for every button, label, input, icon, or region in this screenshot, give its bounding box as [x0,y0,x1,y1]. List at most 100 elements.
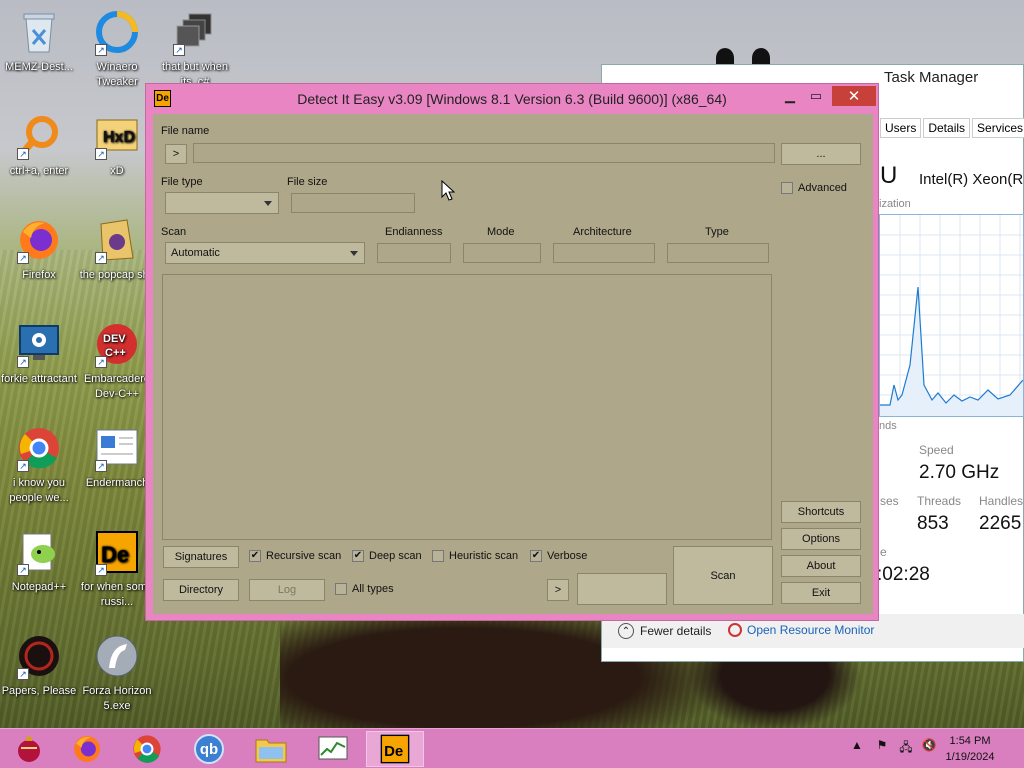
maximize-button[interactable]: ▭ [804,86,828,106]
shortcuts-button[interactable]: Shortcuts [781,501,861,523]
taskbar-task-manager[interactable] [304,731,362,767]
chevron-down-icon [350,251,358,256]
mode-field [463,243,541,263]
shortcut-arrow-icon: ↗ [17,356,29,368]
verbose-label: Verbose [547,550,588,562]
hxd-icon: HxD ↗ [93,112,141,160]
desktop-icon-winaero[interactable]: ↗ Winaero Tweaker [78,8,156,90]
scan-label: Scan [161,226,187,238]
chevron-up-icon: ⌃ [618,623,634,639]
deep-scan-checkbox[interactable]: ✔ Deep scan [352,550,422,562]
chevron-up-icon: ▲ [851,738,863,752]
recycle-bin-icon [15,8,63,56]
mode-label: Mode [487,226,515,238]
open-resource-monitor-link[interactable]: Open Resource Monitor [728,623,874,637]
devcpp-icon: DEV C++ ↗ [93,320,141,368]
verbose-checkbox[interactable]: ✔ Verbose [530,550,587,562]
desktop-icon-papers-please[interactable]: ↗ Papers, Please [0,632,78,699]
file-type-label: File type [161,176,203,188]
checkbox-box: ✔ [249,550,261,562]
file-go-button[interactable]: > [165,144,187,164]
taskbar-chrome[interactable] [118,731,176,767]
desktop-icon-notepadpp[interactable]: ↗ Notepad++ [0,528,78,595]
tab-users[interactable]: Users [880,118,922,138]
title-bar[interactable]: De Detect It Easy v3.09 [Windows 8.1 Ver… [146,84,878,112]
browse-button[interactable]: ... [781,143,861,165]
tab-details[interactable]: Details [923,118,971,138]
exit-button[interactable]: Exit [781,582,861,604]
open-resource-monitor-label: Open Resource Monitor [747,623,875,637]
scan-results-area[interactable] [162,274,772,540]
action-center-flag-icon[interactable]: ⚑ [874,738,890,752]
speed-value: 2.70 GHz [919,462,1000,483]
window-title: Detect It Easy v3.09 [Windows 8.1 Versio… [297,91,727,107]
clock-date: 1/19/2024 [945,751,995,763]
desktop-icon-forza[interactable]: Forza Horizon 5.exe [78,632,156,714]
directory-button[interactable]: Directory [163,579,239,601]
clock[interactable]: 1:54 PM 1/19/2024 [940,733,1000,765]
cpu-graph [879,214,1024,417]
show-hidden-icons-button[interactable]: ▲ [851,738,863,752]
recursive-scan-label: Recursive scan [266,550,342,562]
scan-progress-button[interactable] [577,573,667,605]
next-button[interactable]: > [547,579,569,601]
utilization-label: ization [879,198,911,210]
log-button[interactable]: Log [249,579,325,601]
file-name-input[interactable] [193,143,775,163]
recursive-scan-checkbox[interactable]: ✔ Recursive scan [249,550,341,562]
seconds-label: nds [879,420,897,432]
heuristic-scan-checkbox[interactable]: Heuristic scan [432,550,518,562]
network-icon[interactable]: 🖧 [897,738,915,759]
flash-icon [93,632,141,680]
shortcut-arrow-icon: ↗ [95,356,107,368]
shortcut-arrow-icon: ↗ [95,252,107,264]
start-button[interactable] [0,731,58,767]
shortcut-arrow-icon: ↗ [173,44,185,56]
file-type-select[interactable] [165,192,279,214]
shortcut-arrow-icon: ↗ [95,460,107,472]
desktop-icon-forkie[interactable]: ↗ forkie attractant [0,320,78,387]
uptime-value: :02:28 [877,564,930,585]
minimize-button[interactable]: ▁ [778,86,802,106]
checkbox-box [432,550,444,562]
shortcut-arrow-icon: ↗ [17,148,29,160]
papers-please-icon: ↗ [15,632,63,680]
desktop-icon-label: Papers, Please [1,685,77,697]
svg-text:De: De [384,743,403,760]
desktop-icon-label: ctrl+a, enter [9,165,69,177]
desktop-icon-firefox[interactable]: ↗ Firefox [0,216,78,283]
deep-scan-label: Deep scan [369,550,422,562]
stacked-windows-icon: ↗ [171,8,219,56]
fewer-details-link[interactable]: ⌃ Fewer details [618,623,711,639]
desktop-icon-ctrl-a[interactable]: ↗ ctrl+a, enter [0,112,78,179]
endianness-field [377,243,451,263]
svg-text:HxD: HxD [103,129,135,146]
task-manager-icon [318,736,348,760]
detect-it-easy-window[interactable]: De Detect It Easy v3.09 [Windows 8.1 Ver… [145,83,879,621]
taskbar-file-explorer[interactable] [242,731,300,767]
all-types-checkbox[interactable]: All types [335,583,394,595]
checkbox-box: ✔ [530,550,542,562]
taskbar-firefox[interactable] [58,731,116,767]
signatures-button[interactable]: Signatures [163,546,239,568]
firefox-icon: ↗ [15,216,63,264]
tab-services[interactable]: Services [972,118,1024,138]
uptime-label: e [880,545,887,559]
scan-mode-select[interactable]: Automatic [165,242,365,264]
desktop-icon-stacked[interactable]: ↗ that but when its .c# [156,8,234,90]
desktop-icon-label: Firefox [22,269,56,281]
svg-text:C++: C++ [105,347,126,359]
volume-muted-icon[interactable]: 🔇 [920,738,938,752]
taskbar-detect-it-easy[interactable]: De [366,731,424,767]
folder-icon [255,739,287,763]
taskbar-qbittorrent[interactable]: qb [180,731,238,767]
desktop-icon-chrome-shortcut[interactable]: ↗ i know you people we... [0,424,78,506]
options-button[interactable]: Options [781,528,861,550]
advanced-checkbox[interactable]: Advanced [781,182,847,194]
scan-button[interactable]: Scan [673,546,773,605]
speed-label: Speed [919,443,954,457]
architecture-field [553,243,655,263]
desktop-icon-memz[interactable]: MEMZ-Dest... [0,8,78,75]
about-button[interactable]: About [781,555,861,577]
close-button[interactable]: ✕ [832,86,876,106]
